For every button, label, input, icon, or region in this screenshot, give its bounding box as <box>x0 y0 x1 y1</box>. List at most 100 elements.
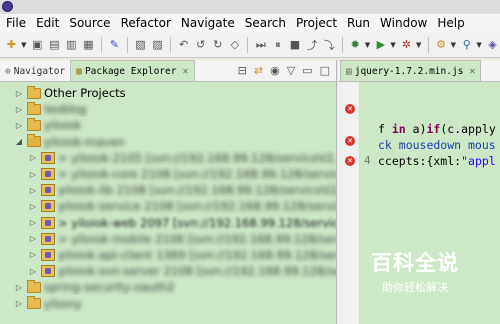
tree-row[interactable]: ◢ yiloiok-maven <box>0 134 336 150</box>
error-icon[interactable]: ✕ <box>345 136 355 146</box>
toolbar-separator <box>100 36 102 53</box>
disconnect-icon[interactable]: ⤴ <box>305 37 320 53</box>
gear-icon[interactable]: ✹ <box>348 37 363 53</box>
undo-icon[interactable]: ↺ <box>193 37 208 53</box>
tree-label: yiloiok <box>44 118 82 133</box>
search-icon[interactable]: ⚲ <box>459 37 474 53</box>
chevron-down-icon[interactable]: ▼ <box>21 41 28 49</box>
expand-icon[interactable]: ▷ <box>28 267 38 276</box>
menu-refactor[interactable]: Refactor <box>117 14 177 32</box>
menu-run[interactable]: Run <box>343 14 376 32</box>
expand-icon[interactable]: ▷ <box>28 153 38 162</box>
print-icon[interactable]: ▥ <box>64 37 79 53</box>
columns-icon[interactable]: ▨ <box>150 37 165 53</box>
collapse-all-icon[interactable]: ⊟ <box>238 64 247 77</box>
editor-tab-label: jquery-1.7.2.min.js <box>354 65 464 77</box>
menu-search[interactable]: Search <box>241 14 292 32</box>
perspective-icon[interactable]: ◈ <box>485 37 500 53</box>
menu-window[interactable]: Window <box>376 14 433 32</box>
code-token: ck mousedown mous <box>378 138 496 152</box>
pen-icon[interactable]: ✎ <box>107 37 122 53</box>
tree-row[interactable]: ▷ > yiloiok-core 2108 [svn://192.168.99.… <box>0 166 336 182</box>
collapse-icon[interactable]: ◢ <box>14 137 24 146</box>
chevron-down-icon[interactable]: ▼ <box>451 41 458 49</box>
menu-help[interactable]: Help <box>433 14 470 32</box>
menu-edit[interactable]: Edit <box>32 14 65 32</box>
project-icon <box>41 248 55 261</box>
tree-row[interactable]: ▷ yiloiny <box>0 295 336 311</box>
maximize-icon[interactable]: □ <box>320 64 330 77</box>
expand-icon[interactable]: ▷ <box>28 170 38 179</box>
focus-icon[interactable]: ◉ <box>270 64 280 77</box>
code-keyword: in <box>391 122 406 136</box>
tree-row[interactable]: ▷ > yiloiok-2105 [svn://192.168.99.128/s… <box>0 150 336 166</box>
expand-icon[interactable]: ▷ <box>28 234 38 243</box>
menu-source[interactable]: Source <box>65 14 116 32</box>
navigator-icon: ⊕ <box>5 65 11 77</box>
stop-icon[interactable]: ◇ <box>227 37 242 53</box>
expand-icon[interactable]: ▷ <box>14 299 24 308</box>
tree-row[interactable]: ▷ yiloiok-service 2108 [svn://192.168.99… <box>0 198 336 214</box>
chevron-down-icon[interactable]: ▼ <box>416 41 423 49</box>
expand-icon[interactable]: ▷ <box>14 283 24 292</box>
watermark: 百科全说 助你轻松解决 <box>359 247 471 295</box>
error-icon[interactable]: ✕ <box>345 156 355 166</box>
back-icon[interactable]: ↶ <box>176 37 191 53</box>
tree-row[interactable]: ▷ > yiloiok-mobile 2106 [svn://192.168.9… <box>0 231 336 247</box>
tree-row[interactable]: ▷ > yiloiok-web 2097 [svn://192.168.99.1… <box>0 215 336 231</box>
code-token: ccepts:{xml: <box>378 154 462 168</box>
tree-row[interactable]: ▷ yiloiok-svn-server 2108 [svn://192.168… <box>0 263 336 279</box>
error-icon[interactable]: ✕ <box>345 104 355 114</box>
tree-label: spring-security-oauth2 <box>44 280 175 295</box>
expand-icon[interactable]: ▷ <box>14 89 24 98</box>
code-token: f <box>378 122 392 136</box>
terminate-icon[interactable]: ■ <box>287 37 302 53</box>
expand-icon[interactable]: ▷ <box>28 202 38 211</box>
tree-row[interactable]: ▷ Other Projects <box>0 85 336 101</box>
expand-icon[interactable]: ▷ <box>28 218 38 227</box>
redo-icon[interactable]: ↻ <box>210 37 225 53</box>
expand-icon[interactable]: ▷ <box>28 186 38 195</box>
link-editor-icon[interactable]: ⇄ <box>254 64 263 77</box>
format-icon[interactable]: ▧ <box>133 37 148 53</box>
edit-icon[interactable]: ▦ <box>81 37 96 53</box>
new-icon[interactable]: ✚ <box>4 37 19 53</box>
open-type-icon[interactable]: ⚙ <box>434 37 449 53</box>
step-over-icon[interactable]: ⤵ <box>322 37 337 53</box>
chevron-down-icon[interactable]: ▼ <box>476 41 483 49</box>
menu-navigate[interactable]: Navigate <box>177 14 241 32</box>
chevron-down-icon[interactable]: ▼ <box>390 41 397 49</box>
close-icon[interactable]: ✕ <box>469 66 475 77</box>
debug-icon[interactable]: ✲ <box>399 37 414 53</box>
project-icon <box>41 232 55 245</box>
tab-navigator[interactable]: ⊕ Navigator <box>0 61 70 81</box>
pause-icon[interactable]: ⏸ <box>270 37 285 53</box>
close-icon[interactable]: ✕ <box>182 66 188 77</box>
run-icon[interactable]: ▶ <box>373 37 388 53</box>
code-token: (c.apply <box>440 122 496 136</box>
tree-row[interactable]: ▷ yiloiok-lib 2108 [svn://192.168.99.128… <box>0 182 336 198</box>
tab-package-explorer[interactable]: ▦ Package Explorer ✕ <box>70 60 195 81</box>
chevron-down-icon[interactable]: ▼ <box>365 41 372 49</box>
tree-row[interactable]: ▷ yiloiok <box>0 117 336 133</box>
skip-icon[interactable]: ⏭ <box>253 37 268 53</box>
menu-file[interactable]: File <box>2 14 32 32</box>
tree-row[interactable]: ▷ spring-security-oauth2 <box>0 279 336 295</box>
save-all-icon[interactable]: ▤ <box>47 37 62 53</box>
expand-icon[interactable]: ▷ <box>14 121 24 130</box>
folder-icon <box>27 117 41 131</box>
tree-label: Other Projects <box>44 86 126 101</box>
tree-label: yiloiok-api-client 1369 [svn://192.168.9… <box>58 247 336 262</box>
project-icon <box>41 184 55 197</box>
tree-row[interactable]: ▷ leoblog <box>0 101 336 117</box>
expand-icon[interactable]: ▷ <box>14 105 24 114</box>
toolbar-separator <box>427 36 429 53</box>
expand-icon[interactable]: ▷ <box>28 250 38 259</box>
tab-editor-file[interactable]: ▤ jquery-1.7.2.min.js ✕ <box>340 60 482 81</box>
minimize-icon[interactable]: ▭ <box>302 64 312 77</box>
menu-project[interactable]: Project <box>292 14 343 32</box>
folder-icon <box>27 296 41 310</box>
save-icon[interactable]: ▣ <box>30 37 45 53</box>
view-menu-icon[interactable]: ▽ <box>287 64 295 77</box>
tree-row[interactable]: ▷ yiloiok-api-client 1369 [svn://192.168… <box>0 247 336 263</box>
